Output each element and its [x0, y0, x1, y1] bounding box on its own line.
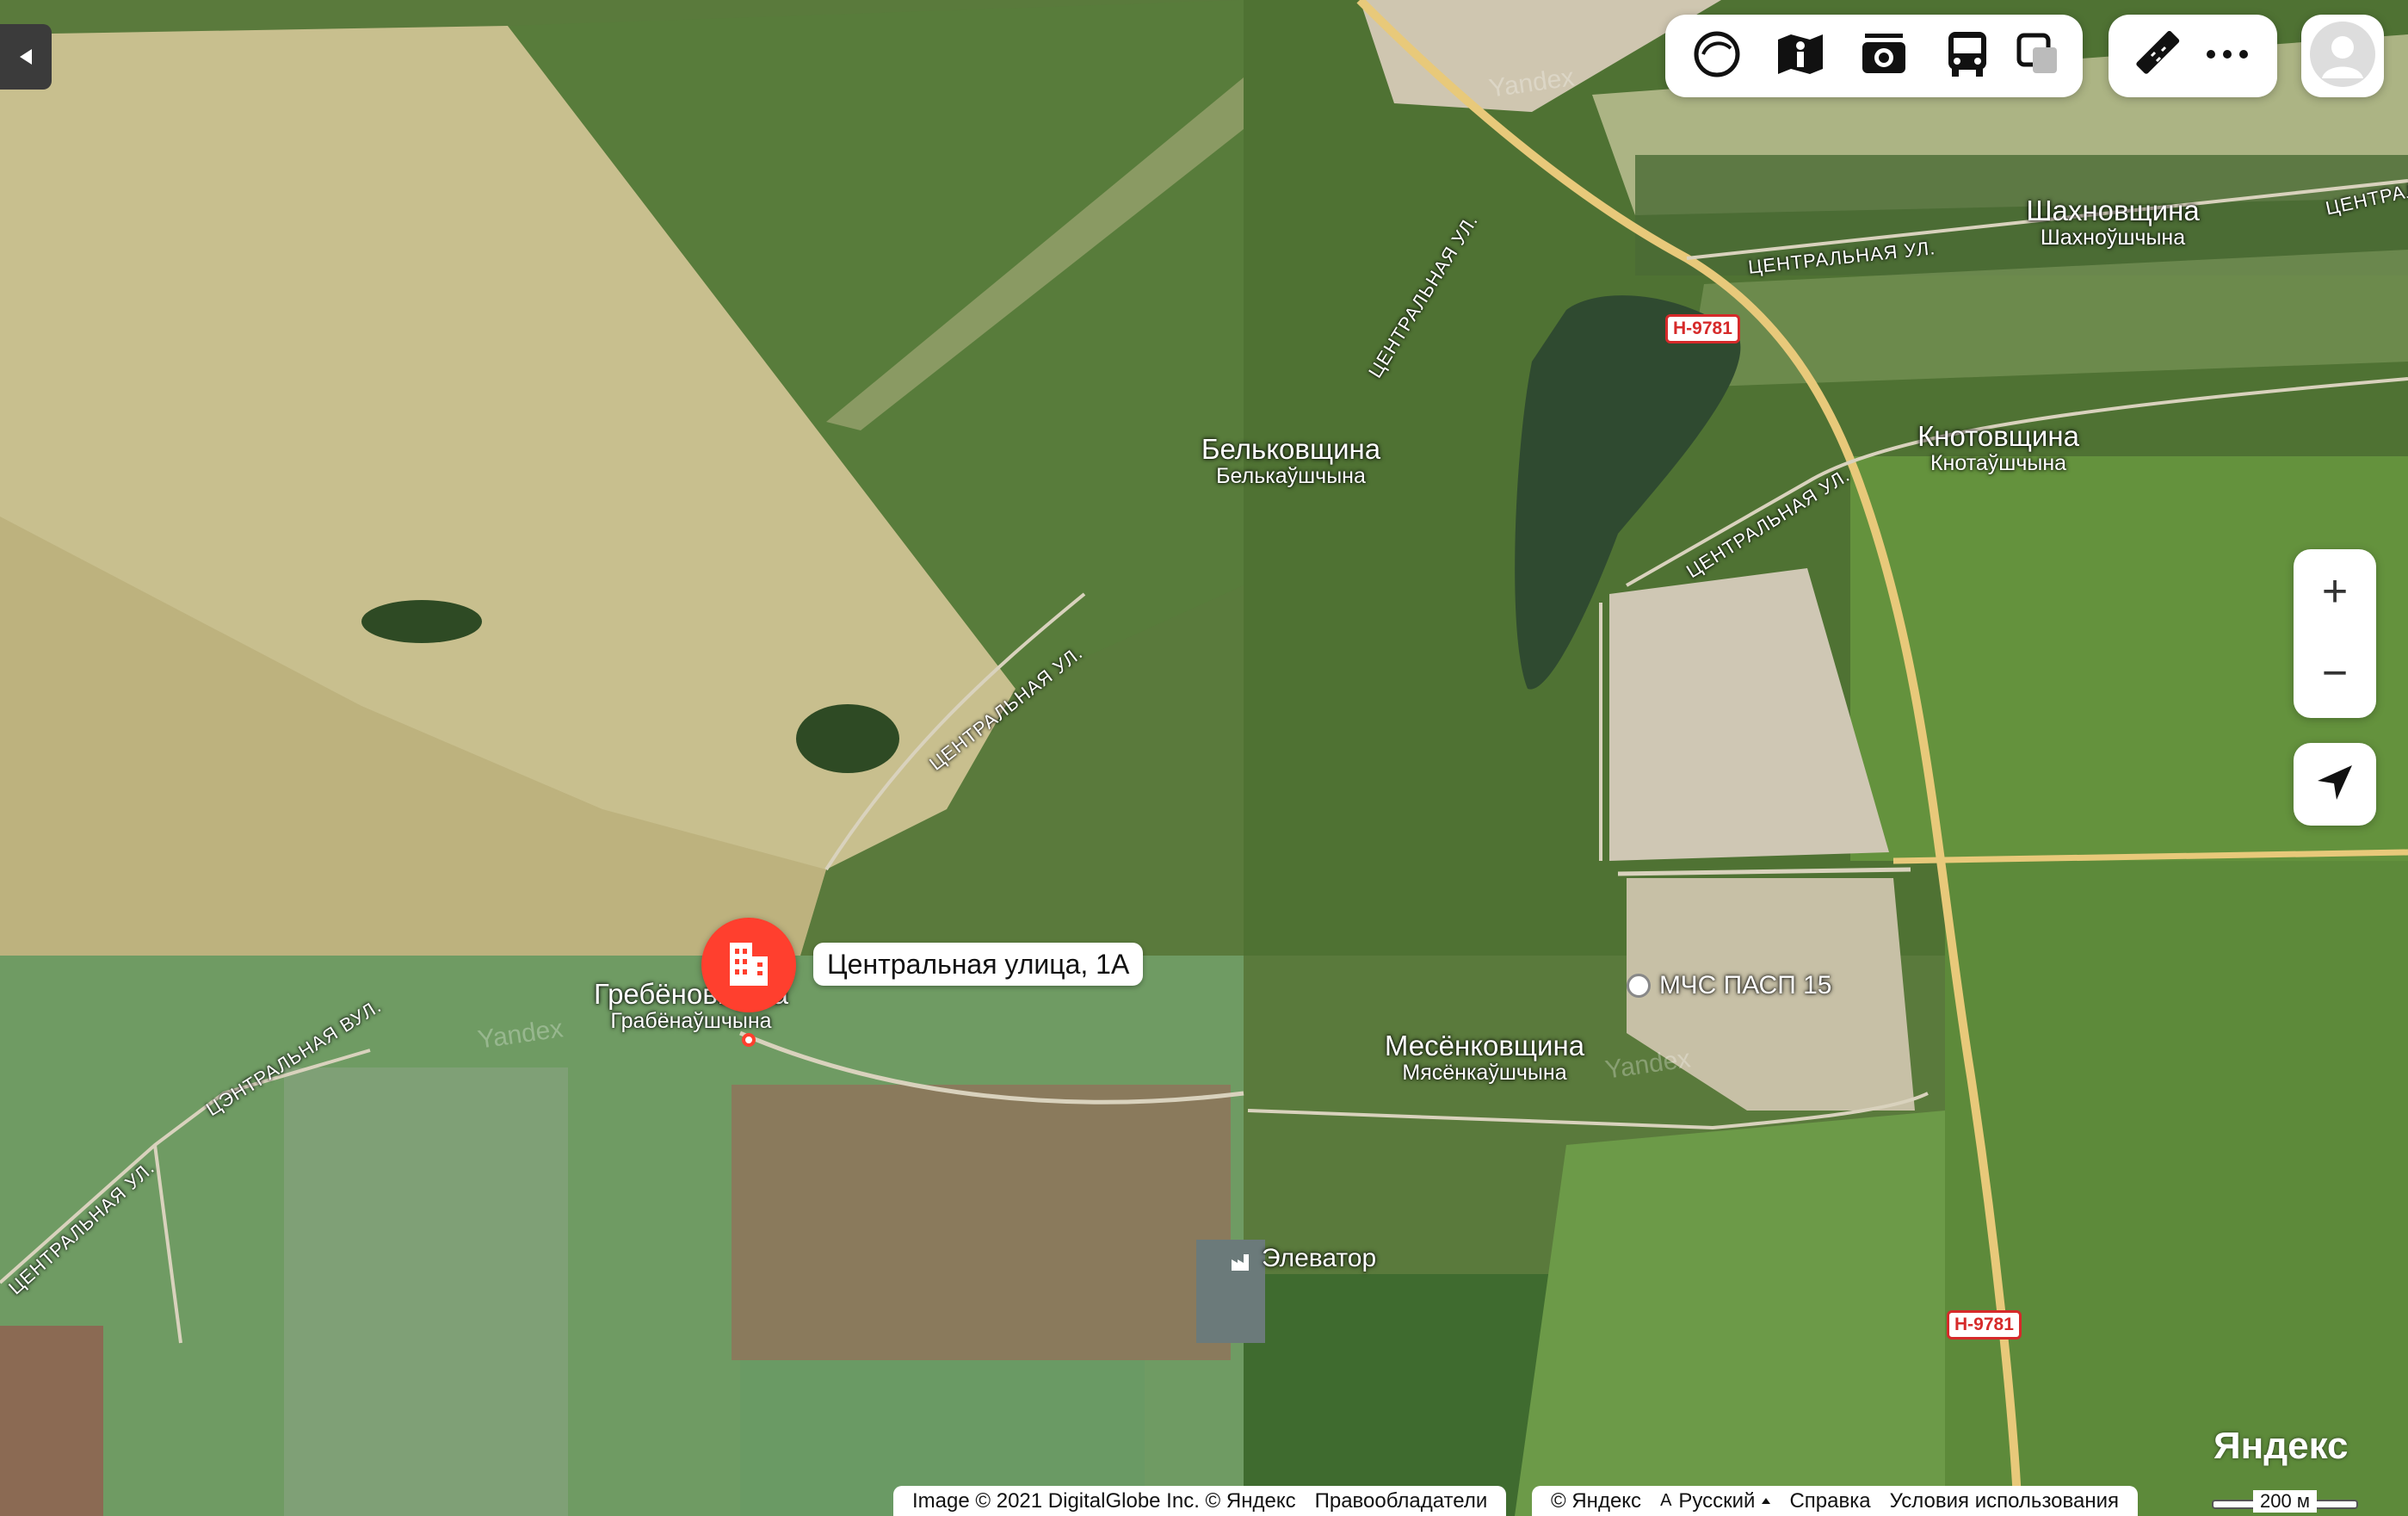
locate-button[interactable]: [2294, 743, 2376, 826]
place-name: Кнотовщина: [1917, 420, 2079, 452]
map-tools-panel: [1665, 15, 2083, 97]
panorama-person-icon: [1775, 31, 1825, 82]
place-name: Шахновщина: [2026, 195, 2200, 226]
image-credit-bar: Image © 2021 DigitalGlobe Inc. © Яндекс …: [893, 1486, 1507, 1516]
traffic-layers-icon: [2016, 32, 2060, 81]
place-name-by: Грабёнаўшчына: [610, 1008, 772, 1033]
zoom-out-button[interactable]: −: [2294, 634, 2376, 718]
place-label[interactable]: Шахновщина Шахноўшчына: [2026, 195, 2200, 250]
traffic-button[interactable]: [2004, 22, 2072, 90]
fire-station-icon: [1627, 974, 1651, 998]
poi-fire-station[interactable]: МЧС ПАСП 15: [1627, 971, 1832, 1000]
ruler-button[interactable]: [2124, 22, 2193, 90]
panorama-button[interactable]: [1766, 22, 1835, 90]
caret-up-icon: [1762, 1498, 1771, 1504]
place-name-by: Кнотаўшчына: [1929, 450, 2067, 475]
zoom-controls: + −: [2294, 549, 2376, 718]
avatar-icon: [2308, 20, 2377, 93]
copyright: © Яндекс: [1551, 1488, 1642, 1513]
more-dots-icon: [2206, 48, 2249, 64]
language-label: Русский: [1678, 1488, 1756, 1513]
bus-icon: [1945, 30, 1990, 83]
triangle-left-icon: [20, 49, 32, 65]
language-switch[interactable]: A Русский: [1660, 1488, 1771, 1513]
layers-icon: [1692, 29, 1742, 84]
place-name-by: Шахноўшчына: [2040, 225, 2186, 250]
place-label[interactable]: Кнотовщина Кнотаўшчына: [1917, 420, 2079, 475]
collapse-sidebar-button[interactable]: [0, 24, 52, 90]
highway-shield: Н-9781: [1665, 314, 1740, 343]
selected-marker[interactable]: [701, 918, 796, 1012]
scale-label: 200 м: [2253, 1489, 2317, 1513]
poi-elevator[interactable]: Элеватор: [1231, 1244, 1376, 1273]
translate-icon: A: [1660, 1491, 1672, 1510]
user-avatar-button[interactable]: [2301, 15, 2384, 97]
place-label[interactable]: Месёнковщина Мясёнкаўшчына: [1384, 1030, 1585, 1085]
image-credit: Image © 2021 DigitalGlobe Inc. © Яндекс: [912, 1488, 1296, 1513]
layers-button[interactable]: [1683, 22, 1751, 90]
marker-label[interactable]: Центральная улица, 1А: [813, 943, 1144, 986]
place-name: Бельковщина: [1201, 433, 1381, 465]
place-label[interactable]: Бельковщина Белькаўшчына: [1201, 433, 1381, 488]
marker-dot: [742, 1033, 756, 1047]
camera-icon: [1860, 30, 1908, 83]
extra-tools-panel: [2109, 15, 2277, 97]
transport-button[interactable]: [1933, 22, 2002, 90]
footer-links-bar: © Яндекс A Русский Справка Условия испол…: [1532, 1486, 2139, 1516]
ruler-icon: [2135, 30, 2182, 82]
photo-button[interactable]: [1849, 22, 1918, 90]
help-link[interactable]: Справка: [1789, 1489, 1870, 1513]
navigation-arrow-icon: [2316, 764, 2354, 806]
more-button[interactable]: [2193, 22, 2262, 90]
factory-icon: [1231, 1249, 1253, 1271]
poi-label: МЧС ПАСП 15: [1659, 971, 1832, 999]
highway-shield: Н-9781: [1947, 1310, 2022, 1340]
rights-link[interactable]: Правообладатели: [1315, 1489, 1488, 1513]
scale-bar[interactable]: 200 м: [2212, 1486, 2358, 1516]
poi-label: Элеватор: [1262, 1244, 1377, 1272]
place-name: Месёнковщина: [1384, 1030, 1585, 1061]
place-name-by: Белькаўшчына: [1216, 463, 1366, 488]
yandex-logo[interactable]: Яндекс: [2214, 1425, 2349, 1468]
zoom-in-button[interactable]: +: [2294, 549, 2376, 634]
terms-link[interactable]: Условия использования: [1890, 1489, 2119, 1513]
building-icon: [726, 939, 771, 992]
place-name-by: Мясёнкаўшчына: [1402, 1060, 1567, 1085]
